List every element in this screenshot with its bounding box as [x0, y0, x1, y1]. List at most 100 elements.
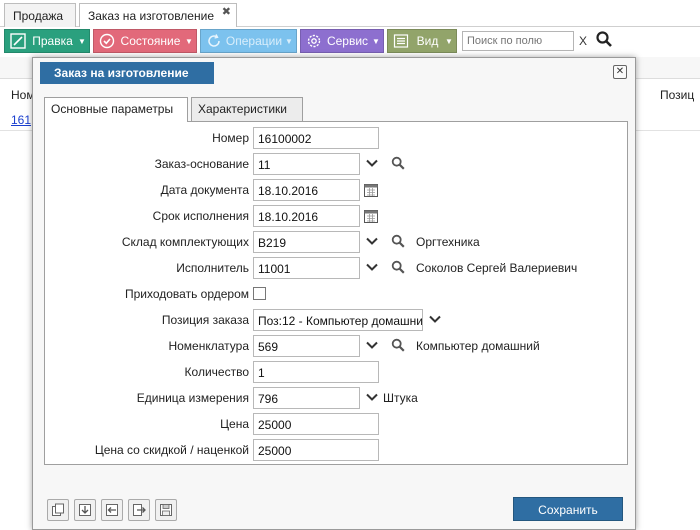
- chevron-down-icon[interactable]: [365, 260, 379, 274]
- service-menu-label: Сервис: [326, 34, 369, 48]
- row-order-position: Позиция заказа Поз:12 - Компьютер домашн…: [45, 309, 629, 331]
- search-icon[interactable]: [595, 30, 615, 50]
- view-menu-button[interactable]: Вид ▼: [387, 29, 457, 53]
- executor-label: Исполнитель: [176, 261, 249, 275]
- tab-characteristics-label: Характеристики: [198, 102, 287, 116]
- import-icon[interactable]: [74, 499, 96, 521]
- price-discount-field[interactable]: 25000: [253, 439, 379, 461]
- warehouse-field[interactable]: В219: [253, 231, 360, 253]
- unit-label: Единица измерения: [136, 391, 249, 405]
- chevron-down-icon: ▼: [285, 36, 293, 46]
- grid-row-link[interactable]: 161: [11, 113, 31, 127]
- nomenclature-field[interactable]: 569: [253, 335, 360, 357]
- tab-characteristics[interactable]: Характеристики: [191, 97, 303, 121]
- base-order-label: Заказ-основание: [154, 157, 249, 171]
- order-position-select[interactable]: Поз:12 - Компьютер домашни: [253, 309, 423, 331]
- grid-column-position[interactable]: Позиц: [660, 88, 694, 102]
- chevron-down-icon[interactable]: [365, 156, 379, 170]
- chevron-down-icon[interactable]: [365, 234, 379, 248]
- price-label: Цена: [220, 417, 249, 431]
- tab-production-order[interactable]: Заказ на изготовление ✖: [79, 3, 237, 27]
- doc-date-label: Дата документа: [160, 183, 249, 197]
- row-warehouse: Склад комплектующих В219 Оргтехника: [45, 231, 629, 253]
- back-icon[interactable]: [101, 499, 123, 521]
- chevron-down-icon: ▼: [372, 36, 380, 46]
- tab-main-parameters[interactable]: Основные параметры: [44, 97, 188, 122]
- production-order-dialog: Заказ на изготовление ✕ Основные парамет…: [32, 57, 636, 530]
- row-price: Цена 25000: [45, 413, 629, 435]
- calendar-icon[interactable]: [363, 182, 379, 198]
- dialog-title: Заказ на изготовление: [40, 62, 214, 84]
- operations-menu-label: Операции: [225, 34, 283, 48]
- executor-name: Соколов Сергей Валериевич: [416, 261, 578, 275]
- row-doc-date: Дата документа 18.10.2016: [45, 179, 629, 201]
- clear-search-button[interactable]: X: [579, 34, 587, 48]
- chevron-down-icon: ▼: [78, 36, 86, 46]
- view-menu-label: Вид: [416, 34, 439, 48]
- field-search-input[interactable]: [462, 31, 574, 51]
- export-icon[interactable]: [128, 499, 150, 521]
- list-icon: [391, 31, 411, 51]
- footer-toolbar: [47, 499, 177, 521]
- save-button[interactable]: Сохранить: [513, 497, 623, 521]
- row-due-date: Срок исполнения 18.10.2016: [45, 205, 629, 227]
- row-receive-by-order: Приходовать ордером: [45, 283, 629, 305]
- receive-by-order-label: Приходовать ордером: [124, 287, 249, 301]
- row-quantity: Количество 1: [45, 361, 629, 383]
- save-disk-icon[interactable]: [155, 499, 177, 521]
- copy-icon[interactable]: [47, 499, 69, 521]
- chevron-down-icon: ▼: [445, 36, 453, 46]
- edit-menu-label: Правка: [32, 34, 73, 48]
- chevron-down-icon[interactable]: [365, 338, 379, 352]
- number-label: Номер: [212, 131, 249, 145]
- row-price-discount: Цена со скидкой / наценкой 25000: [45, 439, 629, 461]
- form-panel: Номер 16100002 Заказ-основание 11 Дата д…: [44, 121, 628, 465]
- state-menu-button[interactable]: Состояние ▼: [93, 29, 197, 53]
- top-tab-bar: Продажа Заказ на изготовление ✖: [0, 0, 700, 27]
- unit-name: Штука: [383, 391, 418, 405]
- number-field[interactable]: 16100002: [253, 127, 379, 149]
- warehouse-label: Склад комплектующих: [121, 235, 249, 249]
- check-circle-icon: [97, 31, 117, 51]
- due-date-field[interactable]: 18.10.2016: [253, 205, 360, 227]
- tab-close-icon[interactable]: ✖: [222, 5, 231, 18]
- gear-icon: [304, 31, 324, 51]
- doc-date-field[interactable]: 18.10.2016: [253, 179, 360, 201]
- due-date-label: Срок исполнения: [152, 209, 249, 223]
- base-order-field[interactable]: 11: [253, 153, 360, 175]
- chevron-down-icon[interactable]: [365, 390, 379, 404]
- search-icon[interactable]: [391, 156, 405, 170]
- search-icon[interactable]: [391, 338, 405, 352]
- search-icon[interactable]: [391, 234, 405, 248]
- nomenclature-name: Компьютер домашний: [416, 339, 540, 353]
- dialog-close-icon[interactable]: ✕: [613, 65, 627, 79]
- service-menu-button[interactable]: Сервис ▼: [300, 29, 384, 53]
- nomenclature-label: Номенклатура: [168, 339, 249, 353]
- row-nomenclature: Номенклатура 569 Компьютер домашний: [45, 335, 629, 357]
- tab-sale-label: Продажа: [13, 9, 64, 23]
- toolbar: Правка ▼ Состояние ▼ Операции ▼ Сервис ▼…: [0, 27, 700, 57]
- price-field[interactable]: 25000: [253, 413, 379, 435]
- warehouse-name: Оргтехника: [416, 235, 480, 249]
- quantity-label: Количество: [184, 365, 249, 379]
- receive-by-order-checkbox[interactable]: [253, 287, 266, 300]
- chevron-down-icon: ▼: [185, 36, 193, 46]
- operations-menu-button[interactable]: Операции ▼: [200, 29, 297, 53]
- executor-field[interactable]: 11001: [253, 257, 360, 279]
- price-discount-label: Цена со скидкой / наценкой: [94, 443, 249, 457]
- tab-main-parameters-label: Основные параметры: [51, 102, 174, 116]
- edit-icon: [8, 31, 28, 51]
- calendar-icon[interactable]: [363, 208, 379, 224]
- chevron-down-icon[interactable]: [428, 312, 442, 326]
- unit-field[interactable]: 796: [253, 387, 360, 409]
- tab-production-order-label: Заказ на изготовление: [88, 9, 214, 23]
- row-unit: Единица измерения 796 Штука: [45, 387, 629, 409]
- edit-menu-button[interactable]: Правка ▼: [4, 29, 90, 53]
- refresh-icon: [204, 31, 224, 51]
- row-base-order: Заказ-основание 11: [45, 153, 629, 175]
- row-number: Номер 16100002: [45, 127, 629, 149]
- quantity-field[interactable]: 1: [253, 361, 379, 383]
- search-icon[interactable]: [391, 260, 405, 274]
- order-position-label: Позиция заказа: [161, 313, 249, 327]
- tab-sale[interactable]: Продажа: [4, 3, 76, 27]
